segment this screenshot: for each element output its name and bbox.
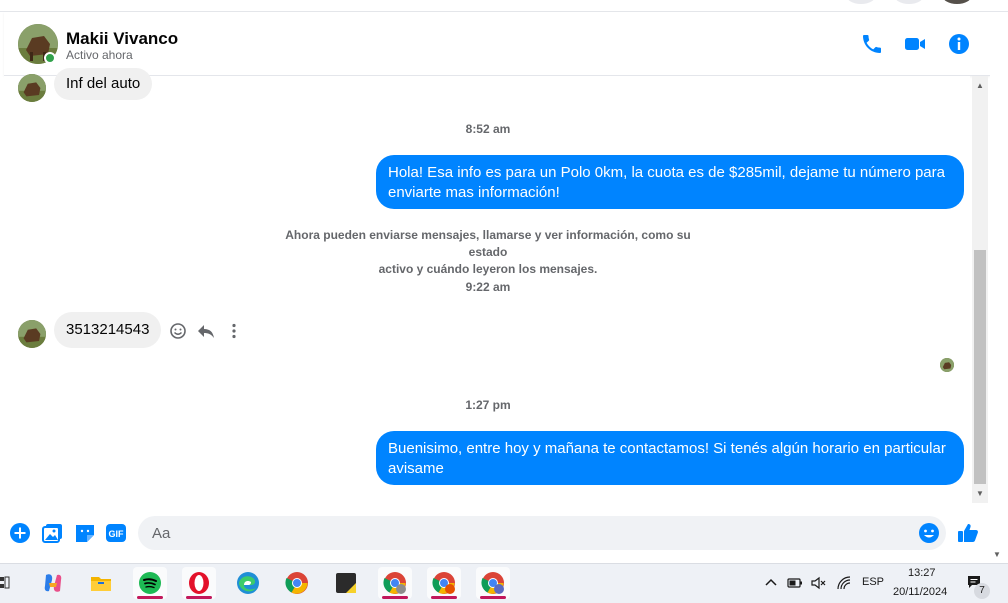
running-indicator <box>186 596 212 599</box>
timestamp: 9:22 am <box>465 280 511 294</box>
volume-muted-icon[interactable] <box>810 575 826 591</box>
system-notice-line: Ahora pueden enviarse mensajes, llamarse… <box>285 228 691 259</box>
react-icon[interactable] <box>168 321 188 341</box>
contact-name[interactable]: Makii Vivanco <box>66 29 178 49</box>
emoji-icon[interactable] <box>917 521 941 545</box>
timestamp: 1:27 pm <box>465 398 511 412</box>
task-view-icon[interactable] <box>0 575 10 591</box>
chrome-icon[interactable] <box>280 567 314 599</box>
system-notice: Ahora pueden enviarse mensajes, llamarse… <box>270 227 706 278</box>
contact-status: Activo ahora <box>66 48 133 62</box>
top-strip <box>0 0 1008 12</box>
notification-count-badge: 7 <box>974 583 990 599</box>
timestamp: 8:52 am <box>465 122 511 136</box>
chrome-profile-c-icon[interactable] <box>476 567 510 599</box>
chat-scrollbar-thumb[interactable] <box>974 250 986 484</box>
messenger-window: Makii Vivanco Activo ahora Inf del auto … <box>0 0 1008 563</box>
show-hidden-icons-chevron-icon[interactable] <box>763 575 779 591</box>
running-indicator <box>137 596 163 599</box>
incoming-message[interactable]: 3513214543 <box>54 312 162 348</box>
reply-icon[interactable] <box>196 321 216 341</box>
chrome-profile-y-icon[interactable] <box>378 567 412 599</box>
battery-icon[interactable] <box>787 575 803 591</box>
sticker-icon[interactable] <box>73 521 97 545</box>
online-status-dot <box>44 52 56 64</box>
file-explorer-icon[interactable] <box>84 567 118 599</box>
scroll-up-arrow-icon[interactable]: ▲ <box>974 80 986 92</box>
clock-time[interactable]: 13:27 <box>908 567 936 579</box>
scroll-down-arrow-icon[interactable]: ▼ <box>974 488 986 500</box>
incoming-message[interactable]: Inf del auto <box>54 68 153 100</box>
video-call-icon[interactable] <box>903 32 927 56</box>
running-indicator <box>431 596 457 599</box>
phone-call-icon[interactable] <box>860 32 884 56</box>
attach-image-icon[interactable] <box>41 521 65 545</box>
spotify-icon[interactable] <box>133 567 167 599</box>
more-options-icon[interactable] <box>224 321 244 341</box>
wifi-icon[interactable] <box>836 575 852 591</box>
message-avatar[interactable] <box>18 74 46 102</box>
language-indicator[interactable]: ESP <box>862 576 884 588</box>
info-icon[interactable] <box>947 32 971 56</box>
copilot-icon[interactable] <box>36 567 70 599</box>
like-thumbs-up-icon[interactable] <box>956 521 980 545</box>
gif-icon[interactable]: GIF <box>104 521 128 545</box>
opera-icon[interactable] <box>182 567 216 599</box>
running-indicator <box>382 596 408 599</box>
svg-text:GIF: GIF <box>109 529 125 539</box>
system-notice-line: activo y cuándo leyeron los mensajes. <box>378 262 598 276</box>
outgoing-message[interactable]: Hola! Esa info es para un Polo 0km, la c… <box>376 155 964 209</box>
sticky-notes-icon[interactable] <box>329 567 363 599</box>
chrome-profile-r-icon[interactable] <box>427 567 461 599</box>
page-scrollbar[interactable]: ▼ <box>990 12 1008 563</box>
top-avatar[interactable] <box>942 0 972 4</box>
top-button-2[interactable] <box>894 0 924 4</box>
edge-icon[interactable] <box>231 567 265 599</box>
message-avatar[interactable] <box>18 320 46 348</box>
outgoing-message[interactable]: Buenisimo, entre hoy y mañana te contact… <box>376 431 964 485</box>
message-input[interactable] <box>138 516 946 550</box>
more-actions-plus-icon[interactable] <box>8 521 32 545</box>
running-indicator <box>480 596 506 599</box>
page-scroll-down-icon[interactable]: ▼ <box>993 550 1001 559</box>
clock-date[interactable]: 20/11/2024 <box>893 586 947 598</box>
seen-avatar <box>940 358 954 372</box>
top-button-1[interactable] <box>846 0 876 4</box>
